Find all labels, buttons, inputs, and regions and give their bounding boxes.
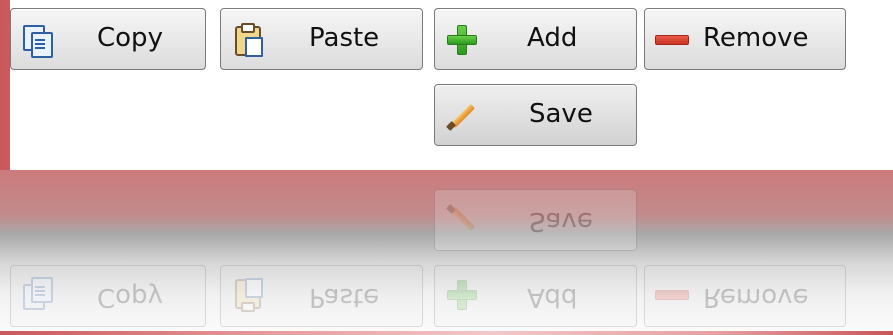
paste-icon <box>231 23 263 57</box>
save-button-reflection-label: Save <box>529 206 593 236</box>
pencil-icon <box>445 204 477 236</box>
plus-icon <box>445 23 477 55</box>
add-button[interactable]: Add <box>434 8 637 70</box>
remove-button[interactable]: Remove <box>644 8 846 70</box>
plus-icon <box>445 280 477 312</box>
add-button-reflection: Add <box>434 265 637 327</box>
copy-button-reflection-label: Copy <box>97 282 163 312</box>
copy-button-label: Copy <box>97 23 163 53</box>
copy-icon <box>21 277 53 312</box>
copy-button[interactable]: Copy <box>10 8 206 70</box>
copy-icon <box>21 23 53 58</box>
minus-icon <box>655 23 689 55</box>
paste-button-reflection: Paste <box>220 265 423 327</box>
paste-button-label: Paste <box>309 23 380 53</box>
reflection-band: Copy Paste Add Remove Save <box>0 170 893 331</box>
pencil-icon <box>445 99 477 131</box>
save-button-reflection: Save <box>434 189 637 251</box>
add-button-label: Add <box>527 23 578 53</box>
remove-button-reflection: Remove <box>644 265 846 327</box>
remove-button-reflection-label: Remove <box>703 282 809 312</box>
remove-button-label: Remove <box>703 23 809 53</box>
toolbar-reflection: Copy Paste Add Remove Save <box>0 165 893 335</box>
paste-button[interactable]: Paste <box>220 8 423 70</box>
paste-button-reflection-label: Paste <box>309 282 380 312</box>
toolbar-panel: Copy Paste Add Remove Save <box>10 0 893 170</box>
copy-button-reflection: Copy <box>10 265 206 327</box>
paste-icon <box>231 278 263 312</box>
save-button-label: Save <box>529 99 593 129</box>
add-button-reflection-label: Add <box>527 282 578 312</box>
minus-icon <box>655 280 689 312</box>
save-button[interactable]: Save <box>434 84 637 146</box>
